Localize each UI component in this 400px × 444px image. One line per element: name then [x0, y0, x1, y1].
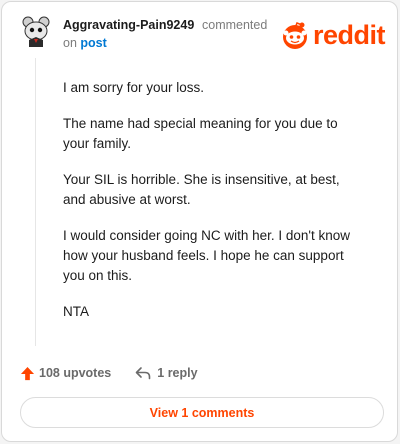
comment-paragraph: Your SIL is horrible. She is insensitive… [63, 172, 340, 207]
on-label: on [63, 36, 77, 50]
commented-label: commented [202, 18, 268, 32]
post-link[interactable]: post [80, 36, 106, 50]
comment-actions: 108 upvotes 1 reply [20, 363, 198, 383]
comment-paragraph: I am sorry for your loss. [63, 80, 205, 95]
reddit-logo[interactable]: reddit [280, 19, 386, 51]
on-post-line: on post [63, 36, 107, 50]
comment-paragraph: I would consider going NC with her. I do… [63, 228, 350, 283]
comment-card: Aggravating-Pain9249 commented on post r… [1, 1, 398, 442]
reddit-snoo-icon [283, 22, 307, 49]
upvotes-count[interactable]: 108 upvotes [39, 366, 111, 380]
snoo-avatar-icon [22, 16, 50, 47]
reply-count[interactable]: 1 reply [157, 366, 197, 380]
reddit-wordmark: reddit [313, 19, 386, 50]
user-avatar[interactable] [20, 16, 52, 48]
thread-line[interactable] [35, 58, 36, 346]
upvote-arrow-icon[interactable] [20, 366, 35, 381]
view-comments-button[interactable]: View 1 comments [20, 397, 384, 428]
comment-paragraph: The name had special meaning for you due… [63, 116, 338, 151]
reply-arrow-icon[interactable] [135, 366, 151, 380]
comment-body: I am sorry for your loss. The name had s… [63, 78, 363, 338]
comment-paragraph: NTA [63, 304, 89, 319]
comment-author[interactable]: Aggravating-Pain9249 [63, 18, 194, 32]
